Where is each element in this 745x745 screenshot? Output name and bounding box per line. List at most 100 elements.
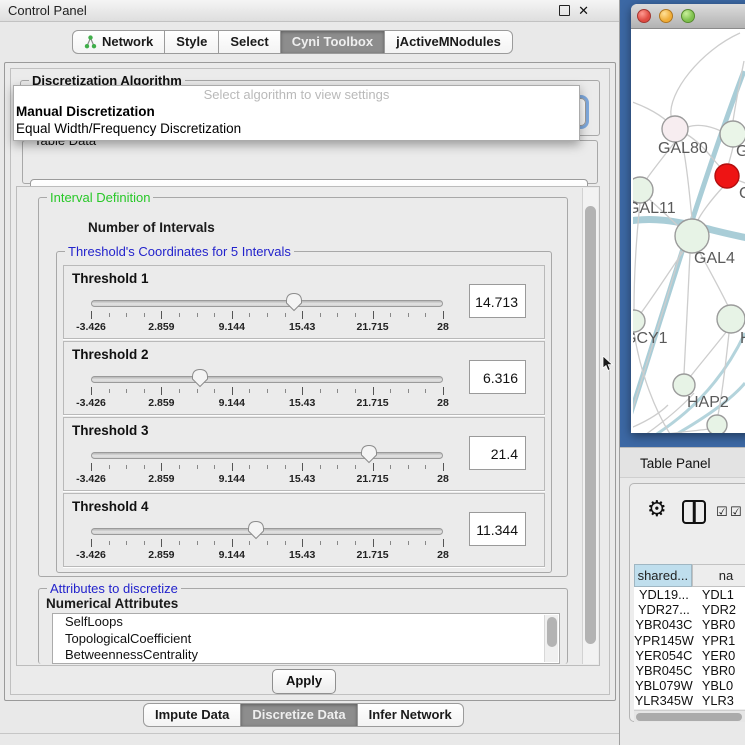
table-row[interactable]: YLR345WYLR3 bbox=[634, 693, 745, 708]
apply-button[interactable]: Apply bbox=[272, 669, 336, 694]
scrollbar-thumb[interactable] bbox=[547, 617, 557, 647]
threshold-value-field[interactable]: 21.4 bbox=[469, 436, 526, 470]
network-edge[interactable] bbox=[688, 125, 721, 131]
table-cell[interactable]: YDL19... bbox=[634, 587, 694, 602]
close-traffic-light[interactable] bbox=[637, 9, 651, 23]
tab-network[interactable]: Network bbox=[72, 30, 165, 54]
network-view[interactable]: GAL80GACGAL11GAL4GCY1HHAP2 bbox=[633, 29, 745, 433]
table-row[interactable]: YDL19...YDL1 bbox=[634, 587, 745, 602]
tab-select[interactable]: Select bbox=[218, 30, 280, 54]
vertical-scrollbar[interactable] bbox=[582, 188, 598, 664]
scrollbar-thumb[interactable] bbox=[636, 713, 742, 721]
horizontal-scrollbar[interactable] bbox=[634, 710, 745, 722]
table-cell[interactable]: YBR043C bbox=[634, 617, 694, 632]
list-item[interactable]: SelfLoops bbox=[53, 614, 559, 631]
slider-track[interactable] bbox=[91, 528, 443, 535]
table-row[interactable]: YPR145WYPR1 bbox=[634, 633, 745, 648]
table-cell[interactable]: YBR0 bbox=[694, 663, 745, 678]
close-icon[interactable]: ✕ bbox=[578, 4, 589, 17]
slider-thumb[interactable] bbox=[285, 292, 303, 312]
table-cell[interactable]: YBL0 bbox=[694, 678, 745, 693]
list-item[interactable]: TopologicalCoefficient bbox=[53, 631, 559, 648]
tab-style[interactable]: Style bbox=[164, 30, 219, 54]
option-manual-discretization[interactable]: Manual Discretization bbox=[16, 104, 155, 119]
tab-impute-data[interactable]: Impute Data bbox=[143, 703, 241, 727]
tab-infer-network[interactable]: Infer Network bbox=[357, 703, 464, 727]
threshold-slider[interactable]: -3.4262.8599.14415.4321.71528 bbox=[91, 524, 443, 564]
table-cell[interactable]: YPR145W bbox=[634, 633, 694, 648]
float-window-icon[interactable] bbox=[559, 5, 570, 16]
network-window-titlebar[interactable] bbox=[631, 4, 745, 29]
network-edge[interactable] bbox=[728, 147, 733, 166]
network-node[interactable] bbox=[707, 415, 727, 433]
table-row[interactable]: YER054CYER0 bbox=[634, 648, 745, 663]
table-cell[interactable]: YLR3 bbox=[694, 693, 745, 708]
threshold-value-field[interactable]: 6.316 bbox=[469, 360, 526, 394]
threshold-slider[interactable]: -3.4262.8599.14415.4321.71528 bbox=[91, 372, 443, 412]
scrollbar-thumb[interactable] bbox=[585, 206, 596, 644]
table-row[interactable]: YDR27...YDR2 bbox=[634, 602, 745, 617]
table-cell[interactable]: YBR045C bbox=[634, 663, 694, 678]
minimize-traffic-light[interactable] bbox=[659, 9, 673, 23]
table-cell[interactable]: YER0 bbox=[694, 648, 745, 663]
table-row[interactable]: YBR043CYBR0 bbox=[634, 617, 745, 632]
network-canvas[interactable]: GAL80GACGAL11GAL4GCY1HHAP2 bbox=[633, 29, 745, 433]
list-scrollbar[interactable] bbox=[544, 615, 558, 662]
threshold-slider[interactable]: -3.4262.8599.14415.4321.71528 bbox=[91, 296, 443, 336]
table-panel: ⚙ ☑ ☑ shared... na YDL19...YDL1YDR27...Y… bbox=[629, 483, 745, 722]
split-columns-icon[interactable] bbox=[682, 500, 706, 524]
slider-thumb[interactable] bbox=[360, 444, 378, 464]
threshold-value-field[interactable]: 11.344 bbox=[469, 512, 526, 546]
table-cell[interactable]: YBR0 bbox=[694, 617, 745, 632]
checkbox-icon[interactable]: ☑ bbox=[716, 505, 728, 518]
slider-thumb[interactable] bbox=[247, 520, 265, 540]
node-label: HAP2 bbox=[687, 394, 729, 411]
table-row[interactable]: YBR045CYBR0 bbox=[634, 663, 745, 678]
checkbox-icon[interactable]: ☑ bbox=[730, 505, 742, 518]
network-edge[interactable] bbox=[690, 331, 727, 377]
table-cell[interactable]: YER054C bbox=[634, 648, 694, 663]
network-edge[interactable] bbox=[633, 98, 668, 122]
threshold-slider[interactable]: -3.4262.8599.14415.4321.71528 bbox=[91, 448, 443, 488]
slider-tick-labels: -3.4262.8599.14415.4321.71528 bbox=[91, 549, 443, 561]
numerical-attributes-list[interactable]: SelfLoopsTopologicalCoefficientBetweenne… bbox=[52, 613, 560, 664]
slider-track[interactable] bbox=[91, 300, 443, 307]
threshold-label: Threshold 1 bbox=[72, 271, 149, 286]
table-row[interactable]: YBL079WYBL0 bbox=[634, 678, 745, 693]
tab-jactivemnodules[interactable]: jActiveMNodules bbox=[384, 30, 513, 54]
table-cell[interactable]: YDR27... bbox=[634, 602, 694, 617]
option-equal-width-frequency[interactable]: Equal Width/Frequency Discretization bbox=[16, 121, 241, 136]
network-node[interactable] bbox=[662, 116, 688, 142]
network-view-window[interactable]: GAL80GACGAL11GAL4GCY1HHAP2 bbox=[631, 4, 745, 433]
tab-cyni-toolbox[interactable]: Cyni Toolbox bbox=[280, 30, 385, 54]
node-label: GAL4 bbox=[694, 250, 735, 267]
column-header-shared-name[interactable]: shared... bbox=[634, 564, 692, 587]
column-header-name[interactable]: na bbox=[692, 564, 745, 587]
table-cell[interactable]: YIL052C bbox=[634, 709, 694, 710]
network-node[interactable] bbox=[717, 305, 745, 333]
slider-track[interactable] bbox=[91, 376, 443, 383]
table-cell[interactable]: YBL079W bbox=[634, 678, 694, 693]
mouse-cursor bbox=[602, 356, 615, 372]
network-edge[interactable] bbox=[633, 429, 709, 433]
network-node[interactable] bbox=[633, 310, 645, 332]
slider-ticks bbox=[91, 463, 443, 473]
table-cell[interactable]: YDL1 bbox=[694, 587, 745, 602]
table-cell[interactable]: YDR2 bbox=[694, 602, 745, 617]
table-cell[interactable]: YIL0 bbox=[694, 709, 745, 710]
network-node[interactable] bbox=[715, 164, 739, 188]
network-edge[interactable] bbox=[684, 253, 690, 374]
zoom-traffic-light[interactable] bbox=[681, 9, 695, 23]
slider-thumb[interactable] bbox=[191, 368, 209, 388]
table-row[interactable]: YIL052CYIL0 bbox=[634, 709, 745, 710]
slider-track[interactable] bbox=[91, 452, 443, 459]
threshold-value-field[interactable]: 14.713 bbox=[469, 284, 526, 318]
table-cell[interactable]: YLR345W bbox=[634, 693, 694, 708]
network-node[interactable] bbox=[673, 374, 695, 396]
gear-icon[interactable]: ⚙ bbox=[647, 498, 667, 520]
network-node[interactable] bbox=[675, 219, 709, 253]
table-cell[interactable]: YPR1 bbox=[694, 633, 745, 648]
tab-discretize-data[interactable]: Discretize Data bbox=[240, 703, 357, 727]
network-edge[interactable] bbox=[641, 250, 684, 313]
list-item[interactable]: BetweennessCentrality bbox=[53, 647, 559, 664]
